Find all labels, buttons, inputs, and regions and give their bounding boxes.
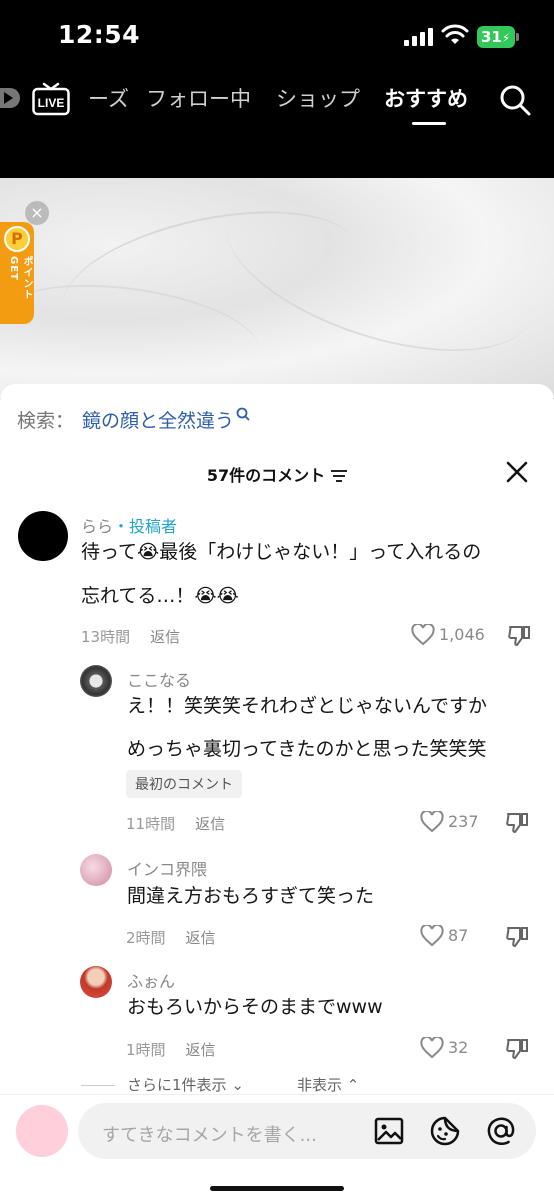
dislike-icon[interactable]: [507, 624, 531, 648]
battery-indicator: 31⚡: [477, 26, 515, 48]
comment-time: 13時間: [81, 628, 131, 646]
avatar[interactable]: [80, 665, 112, 697]
reply-text-line: めっちゃ裏切ってきたのかと思った笑笑笑: [127, 738, 487, 760]
tab-shop[interactable]: ショップ: [276, 83, 360, 113]
tab-partial[interactable]: ーズ: [88, 83, 129, 113]
search-small-icon: [236, 407, 250, 421]
divider: [81, 1085, 115, 1086]
home-indicator: [210, 1186, 344, 1191]
points-promo-banner[interactable]: P ポイントGET: [0, 222, 34, 324]
avatar[interactable]: [80, 966, 112, 998]
comments-header: 57件のコメント: [0, 462, 554, 486]
chevron-up-icon: ⌃: [342, 1076, 360, 1094]
like-button[interactable]: 237: [420, 809, 479, 833]
reply-meta: 1時間 返信: [126, 1039, 216, 1060]
close-icon[interactable]: [505, 460, 529, 484]
reply-time: 2時間: [126, 929, 166, 947]
status-bar: 12:54 31⚡: [0, 0, 554, 70]
comment-text-line: 待って😭最後「わけじゃない！」って入れるの: [81, 541, 482, 563]
play-icon[interactable]: [0, 88, 20, 108]
reply-text-line: え！！笑笑笑それわざとじゃないんですか: [127, 695, 488, 717]
image-icon[interactable]: [373, 1115, 405, 1147]
like-button[interactable]: 32: [420, 1035, 469, 1059]
comment-meta: 13時間 返信: [81, 626, 180, 647]
heart-icon: [420, 1035, 444, 1059]
tab-recommended[interactable]: おすすめ: [384, 83, 468, 113]
promo-close-icon[interactable]: ×: [25, 201, 49, 225]
reply-text-line: 間違え方おもろすぎて笑った: [127, 885, 375, 907]
avatar[interactable]: [18, 511, 68, 561]
show-more-replies-button[interactable]: さらに1件表示 ⌄: [127, 1074, 244, 1095]
dislike-icon[interactable]: [505, 811, 529, 835]
avatar[interactable]: [80, 854, 112, 886]
live-icon[interactable]: LIVE: [32, 82, 70, 116]
reply-button[interactable]: 返信: [150, 628, 180, 646]
search-prefix: 検索：: [17, 410, 75, 432]
like-count: 87: [448, 926, 469, 945]
reply-meta: 2時間 返信: [126, 927, 216, 948]
comment-count-title: 57件のコメント: [206, 466, 326, 485]
comment-input-placeholder[interactable]: すてきなコメントを書く...: [102, 1121, 317, 1147]
related-search[interactable]: 検索： 鏡の顔と全然違う: [17, 406, 250, 433]
hide-label: 非表示: [297, 1076, 343, 1094]
comment-input-bar: すてきなコメントを書く...: [0, 1094, 554, 1199]
hide-replies-button[interactable]: 非表示 ⌃: [297, 1074, 359, 1095]
heart-icon: [420, 923, 444, 947]
status-time: 12:54: [58, 20, 141, 49]
dislike-icon[interactable]: [505, 925, 529, 949]
like-button[interactable]: 1,046: [411, 622, 485, 646]
reply-button[interactable]: 返信: [186, 929, 216, 947]
like-button[interactable]: 87: [420, 923, 469, 947]
battery-tip: [516, 33, 519, 41]
like-count: 237: [448, 812, 479, 831]
active-tab-indicator: [412, 122, 446, 125]
search-query-link[interactable]: 鏡の顔と全然違う: [82, 410, 234, 432]
wifi-icon: [441, 24, 469, 44]
comment-text-line: 忘れてる…！😭😭: [81, 585, 239, 607]
chevron-down-icon: ⌄: [226, 1076, 244, 1094]
points-coin-icon: P: [4, 226, 30, 252]
battery-level: 31: [481, 28, 502, 46]
video-preview[interactable]: [0, 178, 554, 398]
charging-icon: ⚡: [501, 31, 511, 45]
reply-meta: 11時間 返信: [126, 813, 225, 834]
reply-time: 11時間: [126, 815, 176, 833]
reply-button[interactable]: 返信: [186, 1041, 216, 1059]
heart-icon: [420, 809, 444, 833]
heart-icon: [411, 622, 435, 646]
my-avatar: [16, 1105, 68, 1157]
first-comment-badge: 最初のコメント: [126, 770, 242, 798]
show-more-label: さらに1件表示: [127, 1076, 227, 1094]
emoji-sticker-icon[interactable]: [429, 1115, 461, 1147]
reply-text-line: おもろいからそのままでwww: [127, 996, 383, 1018]
reply-time: 1時間: [126, 1041, 166, 1059]
promo-label: ポイントGET: [8, 256, 32, 300]
like-count: 1,046: [439, 625, 485, 644]
mention-icon[interactable]: [485, 1115, 517, 1147]
live-label: LIVE: [38, 96, 65, 110]
tab-following[interactable]: フォロー中: [146, 83, 251, 113]
top-navigation: LIVE ーズ フォロー中 ショップ おすすめ: [0, 70, 554, 178]
sort-icon[interactable]: [331, 470, 348, 482]
dislike-icon[interactable]: [505, 1037, 529, 1061]
like-count: 32: [448, 1038, 469, 1057]
reply-button[interactable]: 返信: [195, 815, 225, 833]
cellular-signal-icon: [404, 28, 433, 46]
search-icon[interactable]: [499, 84, 531, 116]
